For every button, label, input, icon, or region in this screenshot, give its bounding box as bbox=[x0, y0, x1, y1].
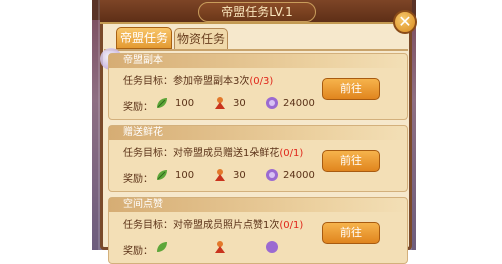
task-card-dungeon: 帝盟副本 任务目标：参加帝盟副本3次(0/3) 奖励： 100 30 24000… bbox=[108, 53, 408, 120]
go-button[interactable]: 前往 bbox=[322, 78, 380, 100]
task-progress: (0/1) bbox=[279, 148, 304, 159]
task-card-flowers: 赠送鲜花 任务目标：对帝盟成员赠送1朵鲜花(0/1) 奖励： 100 30 24… bbox=[108, 125, 408, 192]
tab-divider bbox=[104, 49, 408, 51]
close-icon: ✕ bbox=[398, 12, 412, 31]
reward-value-1: 100 bbox=[175, 170, 195, 181]
reward-label: 奖励： bbox=[123, 174, 153, 185]
task-name: 赠送鲜花 bbox=[109, 126, 407, 140]
purple-gem-icon bbox=[266, 241, 278, 253]
task-progress: (0/1) bbox=[279, 220, 304, 231]
red-figure-icon bbox=[215, 241, 225, 253]
green-leaf-icon bbox=[157, 170, 167, 180]
task-name: 空间点赞 bbox=[109, 198, 407, 212]
tab-alliance-tasks[interactable]: 帝盟任务 bbox=[116, 27, 172, 49]
red-figure-icon bbox=[215, 97, 225, 109]
go-button[interactable]: 前往 bbox=[322, 222, 380, 244]
green-leaf-icon bbox=[157, 242, 167, 252]
reward-value-2: 30 bbox=[233, 170, 246, 181]
go-button[interactable]: 前往 bbox=[322, 150, 380, 172]
close-button[interactable]: ✕ bbox=[393, 10, 417, 34]
green-leaf-icon bbox=[157, 98, 167, 108]
purple-gem-icon bbox=[266, 97, 278, 109]
task-goal: 任务目标：对帝盟成员赠送1朵鲜花(0/1) bbox=[123, 148, 304, 159]
task-goal: 任务目标：对帝盟成员照片点赞1次(0/1) bbox=[123, 220, 304, 231]
tab-supply-tasks[interactable]: 物资任务 bbox=[174, 28, 228, 50]
reward-value-3: 24000 bbox=[283, 98, 315, 109]
task-card-like: 空间点赞 任务目标：对帝盟成员照片点赞1次(0/1) 奖励： 前往 bbox=[108, 197, 408, 264]
task-progress: (0/3) bbox=[249, 76, 274, 87]
reward-value-2: 30 bbox=[233, 98, 246, 109]
purple-gem-icon bbox=[266, 169, 278, 181]
task-goal: 任务目标：参加帝盟副本3次(0/3) bbox=[123, 76, 274, 87]
red-figure-icon bbox=[215, 169, 225, 181]
reward-value-1: 100 bbox=[175, 98, 195, 109]
reward-label: 奖励： bbox=[123, 102, 153, 113]
reward-value-3: 24000 bbox=[283, 170, 315, 181]
task-name: 帝盟副本 bbox=[109, 54, 407, 68]
dialog-title: 帝盟任务LV.1 bbox=[198, 2, 316, 22]
